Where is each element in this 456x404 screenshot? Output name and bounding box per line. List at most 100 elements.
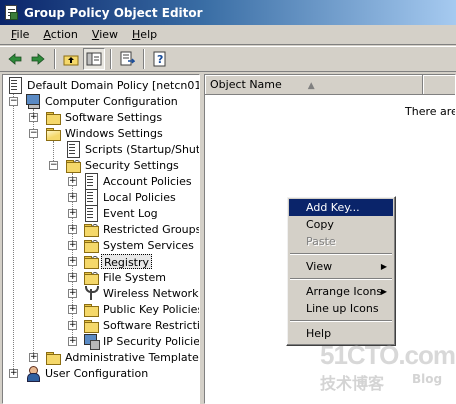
expand-toggle[interactable]: + — [68, 273, 77, 282]
console-tree[interactable]: Default Domain Policy [netcn01.guc − Com… — [2, 74, 200, 404]
tree-item-administrative-templates[interactable]: Administrative Templates — [45, 349, 199, 365]
file-system-icon — [83, 269, 99, 285]
tree-item-public-key-policies[interactable]: Public Key Policies — [83, 301, 199, 317]
tree-item-software-restriction[interactable]: Software Restrictio — [83, 317, 199, 333]
collapse-toggle[interactable]: − — [49, 161, 58, 170]
toolbar-separator — [54, 49, 56, 69]
window-title: Group Policy Object Editor — [24, 5, 203, 20]
toolbar-separator — [143, 49, 145, 69]
restricted-groups-icon — [83, 221, 99, 237]
event-log-icon — [83, 205, 99, 222]
expand-toggle[interactable]: + — [29, 113, 38, 122]
menu-action[interactable]: Action — [36, 26, 84, 44]
submenu-arrow-icon: ▶ — [380, 287, 387, 296]
folder-icon — [45, 349, 61, 365]
up-folder-icon — [63, 55, 79, 66]
title-bar[interactable]: Group Policy Object Editor — [0, 0, 456, 25]
menu-help[interactable]: Help — [125, 26, 164, 44]
tree-item-user-configuration[interactable]: User Configuration — [25, 365, 150, 382]
export-list-button[interactable] — [116, 48, 138, 70]
expand-toggle[interactable]: + — [68, 321, 77, 330]
back-arrow-icon — [8, 53, 22, 65]
menu-paste[interactable]: Paste — [289, 233, 393, 250]
folder-icon — [45, 109, 61, 125]
tree-item-system-services[interactable]: System Services — [83, 237, 196, 253]
expand-toggle[interactable]: + — [68, 305, 77, 314]
user-icon — [25, 365, 41, 382]
menu-file[interactable]: File — [4, 26, 36, 44]
tree-connector — [33, 109, 34, 357]
tree-item-event-log[interactable]: Event Log — [83, 205, 160, 222]
collapse-toggle[interactable]: − — [29, 129, 38, 138]
menu-add-key[interactable]: Add Key... — [289, 199, 393, 216]
menu-separator — [290, 320, 392, 322]
expand-toggle[interactable]: + — [29, 353, 38, 362]
menu-arrange-icons[interactable]: Arrange Icons ▶ — [289, 283, 393, 300]
show-hide-tree-button[interactable] — [83, 48, 105, 70]
column-header-extra[interactable] — [423, 75, 455, 94]
forward-button[interactable] — [27, 48, 49, 70]
help-button[interactable]: ? — [149, 48, 171, 70]
menu-separator — [290, 278, 392, 280]
tree-item-ip-security-policies[interactable]: IP Security Policies — [83, 333, 199, 350]
menu-bar: File Action View Help — [0, 25, 456, 45]
collapse-toggle[interactable]: − — [9, 97, 18, 106]
menu-copy[interactable]: Copy — [289, 216, 393, 233]
svg-text:?: ? — [157, 53, 163, 66]
folder-icon — [83, 317, 99, 333]
policy-document-icon — [7, 77, 23, 94]
back-button[interactable] — [4, 48, 26, 70]
empty-list-message: There are r — [405, 105, 455, 118]
toolbar: ? — [0, 46, 456, 72]
up-one-level-button[interactable] — [60, 48, 82, 70]
menu-line-up-icons[interactable]: Line up Icons — [289, 300, 393, 317]
expand-toggle[interactable]: + — [68, 337, 77, 346]
tree-item-scripts[interactable]: Scripts (Startup/Shutdo — [65, 141, 199, 158]
menu-view[interactable]: View — [85, 26, 125, 44]
menu-view-submenu[interactable]: View ▶ — [289, 258, 393, 275]
expand-toggle[interactable]: + — [9, 369, 18, 378]
expand-toggle[interactable]: + — [68, 177, 77, 186]
folder-icon — [83, 301, 99, 317]
toolbar-separator — [110, 49, 112, 69]
gpo-editor-window: Group Policy Object Editor File Action V… — [0, 0, 456, 404]
tree-item-local-policies[interactable]: Local Policies — [83, 189, 178, 206]
registry-icon — [83, 253, 99, 269]
security-settings-icon — [65, 157, 81, 173]
submenu-arrow-icon: ▶ — [380, 262, 387, 271]
column-header-object-name[interactable]: Object Name ▲ — [205, 75, 423, 94]
help-icon: ? — [153, 51, 166, 67]
column-header-row: Object Name ▲ — [205, 75, 455, 95]
expand-toggle[interactable]: + — [68, 193, 77, 202]
system-services-icon — [83, 237, 99, 253]
forward-arrow-icon — [31, 53, 45, 65]
tree-item-windows-settings[interactable]: Windows Settings — [45, 125, 165, 141]
expand-toggle[interactable]: + — [68, 257, 77, 266]
local-policies-icon — [83, 189, 99, 206]
expand-toggle[interactable]: + — [68, 241, 77, 250]
tree-item-file-system[interactable]: File System — [83, 269, 168, 285]
script-document-icon — [65, 141, 81, 158]
expand-toggle[interactable]: + — [68, 225, 77, 234]
expand-toggle[interactable]: + — [68, 209, 77, 218]
tree-item-security-settings[interactable]: Security Settings — [65, 157, 181, 173]
ip-security-icon — [83, 333, 100, 350]
tree-item-default-domain-policy[interactable]: Default Domain Policy [netcn01.guc — [7, 77, 199, 94]
gpo-app-icon[interactable] — [4, 4, 20, 21]
tree-item-software-settings[interactable]: Software Settings — [45, 109, 164, 125]
context-menu: Add Key... Copy Paste View ▶ Arrange Icon… — [286, 196, 396, 346]
tree-item-account-policies[interactable]: Account Policies — [83, 173, 194, 190]
tree-connector — [13, 93, 14, 373]
wireless-antenna-icon — [83, 285, 99, 301]
tree-item-restricted-groups[interactable]: Restricted Groups — [83, 221, 199, 237]
expand-toggle[interactable]: + — [68, 289, 77, 298]
menu-help-item[interactable]: Help — [289, 325, 393, 342]
tree-item-registry[interactable]: Registry — [83, 253, 153, 269]
account-policies-icon — [83, 173, 99, 190]
sort-ascending-icon: ▲ — [307, 81, 315, 91]
show-hide-tree-icon — [86, 52, 102, 66]
computer-icon — [25, 93, 41, 109]
tree-item-computer-configuration[interactable]: Computer Configuration — [25, 93, 180, 109]
tree-item-wireless-network[interactable]: Wireless Network (I — [83, 285, 199, 301]
open-folder-icon — [45, 125, 61, 141]
